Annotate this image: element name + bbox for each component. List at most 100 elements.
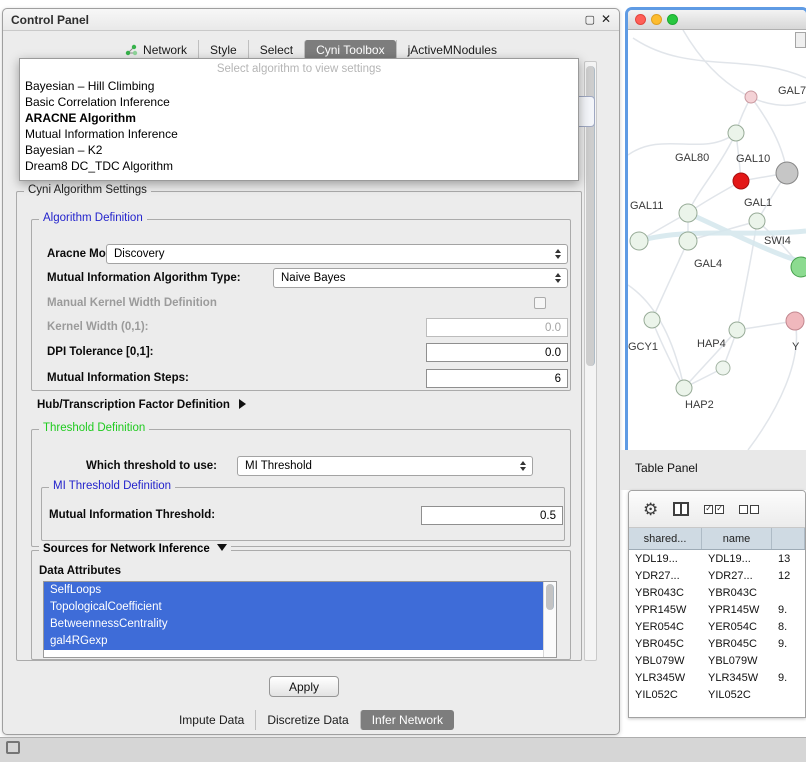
tab-cyni-toolbox[interactable]: Cyni Toolbox (304, 40, 395, 60)
column-header-extra[interactable] (772, 528, 805, 549)
node-gal80[interactable] (728, 125, 744, 141)
table-toolbar: ⚙ (629, 491, 805, 528)
which-threshold-select[interactable]: MI Threshold (237, 456, 533, 476)
column-header-shared[interactable]: shared... (629, 528, 702, 549)
mi-steps-label: Mutual Information Steps: (47, 372, 189, 384)
float-window-icon[interactable]: ▢ (585, 13, 595, 26)
attribute-list: SelfLoops TopologicalCoefficient Between… (43, 581, 557, 658)
table-row[interactable]: YLR345WYLR345W9. (629, 669, 805, 686)
list-scrollbar[interactable] (543, 582, 556, 657)
node-pink[interactable] (786, 312, 804, 330)
which-threshold-value: MI Threshold (238, 460, 516, 472)
kernel-width-field[interactable]: 0.0 (426, 318, 568, 337)
manual-kernel-checkbox[interactable] (534, 297, 546, 309)
tab-jactivemnodules[interactable]: jActiveMNodules (396, 40, 508, 60)
node-label: SWI4 (764, 235, 791, 247)
control-panel-title: Control Panel (11, 13, 89, 27)
tab-infer-network[interactable]: Infer Network (360, 710, 454, 730)
combo-arrows-icon (551, 273, 564, 283)
group-title: Cyni Algorithm Settings (24, 184, 151, 196)
mi-threshold-field[interactable]: 0.5 (421, 506, 563, 525)
node-swi4[interactable] (791, 257, 806, 277)
mi-type-label: Mutual Information Algorithm Type: (47, 272, 241, 284)
node-gray[interactable] (776, 162, 798, 184)
algorithm-dropdown-menu: Select algorithm to view settings Bayesi… (19, 58, 579, 181)
minimize-button[interactable] (651, 14, 662, 25)
which-threshold-label: Which threshold to use: (86, 460, 217, 472)
tab-label: Network (143, 43, 187, 57)
menu-item[interactable]: Bayesian – Hill Climbing (20, 78, 578, 94)
menu-item[interactable]: Mutual Information Inference (20, 126, 578, 142)
select-all-icon[interactable] (704, 505, 724, 514)
sources-title: Sources for Network Inference (43, 543, 210, 555)
menu-item-selected[interactable]: ARACNE Algorithm (20, 110, 578, 126)
node-hap2[interactable] (676, 380, 692, 396)
control-panel-titlebar[interactable]: Control Panel ▢ ✕ (3, 9, 619, 31)
list-item[interactable]: SelfLoops (44, 582, 543, 599)
restore-panel-icon[interactable] (6, 741, 20, 754)
close-panel-icon[interactable]: ✕ (601, 12, 611, 26)
network-window-titlebar[interactable] (628, 10, 806, 30)
tab-select[interactable]: Select (248, 40, 304, 60)
menu-item[interactable]: Basic Correlation Inference (20, 94, 578, 110)
tab-label: Impute Data (179, 713, 244, 727)
column-header-name[interactable]: name (702, 528, 772, 549)
node-gcy1[interactable] (644, 312, 660, 328)
node-gal4[interactable] (679, 232, 697, 250)
menu-item[interactable]: Bayesian – K2 (20, 142, 578, 158)
mi-threshold-label: Mutual Information Threshold: (49, 509, 215, 521)
node-gal7[interactable] (745, 91, 757, 103)
node[interactable] (716, 361, 730, 375)
tab-label: Cyni Toolbox (316, 43, 384, 57)
node-label: GAL1 (744, 197, 772, 209)
node-label: GAL80 (675, 152, 709, 164)
zoom-button[interactable] (667, 14, 678, 25)
table-row[interactable]: YDR27...YDR27...12 (629, 567, 805, 584)
table-row[interactable]: YBL079WYBL079W (629, 652, 805, 669)
node-gal1[interactable] (749, 213, 765, 229)
list-item[interactable]: gal4RGexp (44, 633, 543, 650)
group-title: Threshold Definition (39, 422, 149, 434)
mi-steps-field[interactable]: 6 (426, 369, 568, 388)
list-item[interactable]: BetweennessCentrality (44, 616, 543, 633)
collapse-down-icon (217, 544, 227, 551)
combo-arrows-icon (551, 249, 564, 259)
panel-scrollbar[interactable] (584, 61, 597, 661)
table-row[interactable]: YBR043CYBR043C (629, 584, 805, 601)
aracne-mode-select[interactable]: Discovery (106, 244, 568, 264)
sources-toggle[interactable]: Sources for Network Inference (39, 543, 231, 555)
table-row[interactable]: YDL19...YDL19...13 (629, 550, 805, 567)
menu-item[interactable]: Dream8 DC_TDC Algorithm (20, 158, 578, 174)
network-view-window: GAL7 GAL80 GAL10 GAL11 GAL1 SWI4 GAL4 GC… (628, 10, 806, 450)
table-panel-title: Table Panel (635, 461, 698, 475)
list-item[interactable]: TopologicalCoefficient (44, 599, 543, 616)
hub-definition-toggle[interactable]: Hub/Transcription Factor Definition (37, 399, 246, 411)
apply-button[interactable]: Apply (269, 676, 339, 697)
node-gal10[interactable] (733, 173, 749, 189)
node-hap4[interactable] (729, 322, 745, 338)
gear-icon[interactable]: ⚙ (643, 501, 658, 518)
node-gal11[interactable] (679, 204, 697, 222)
bottom-dock-strip (0, 737, 806, 762)
add-column-icon[interactable] (673, 502, 689, 516)
network-node-labels: GAL7 GAL80 GAL10 GAL11 GAL1 SWI4 GAL4 GC… (628, 85, 806, 411)
network-canvas[interactable]: GAL7 GAL80 GAL10 GAL11 GAL1 SWI4 GAL4 GC… (628, 30, 806, 450)
node-label: GAL7 (778, 85, 806, 97)
table-row[interactable]: YER054CYER054C8. (629, 618, 805, 635)
table-header-row: shared... name (629, 528, 805, 550)
close-button[interactable] (635, 14, 646, 25)
tab-network[interactable]: Network (114, 40, 198, 60)
node[interactable] (630, 232, 648, 250)
tab-impute-data[interactable]: Impute Data (168, 710, 255, 730)
table-row[interactable]: YIL052CYIL052C (629, 686, 805, 703)
table-row[interactable]: YBR045CYBR045C9. (629, 635, 805, 652)
desktop: Control Panel ▢ ✕ Network Style Select C… (0, 0, 806, 762)
data-attributes-label: Data Attributes (39, 565, 121, 577)
scrollbar-thumb[interactable] (546, 584, 554, 610)
dpi-tolerance-field[interactable]: 0.0 (426, 343, 568, 362)
table-row[interactable]: YPR145WYPR145W9. (629, 601, 805, 618)
deselect-all-icon[interactable] (739, 505, 759, 514)
tab-style[interactable]: Style (198, 40, 248, 60)
mi-type-select[interactable]: Naive Bayes (273, 268, 568, 288)
tab-discretize-data[interactable]: Discretize Data (255, 710, 359, 730)
